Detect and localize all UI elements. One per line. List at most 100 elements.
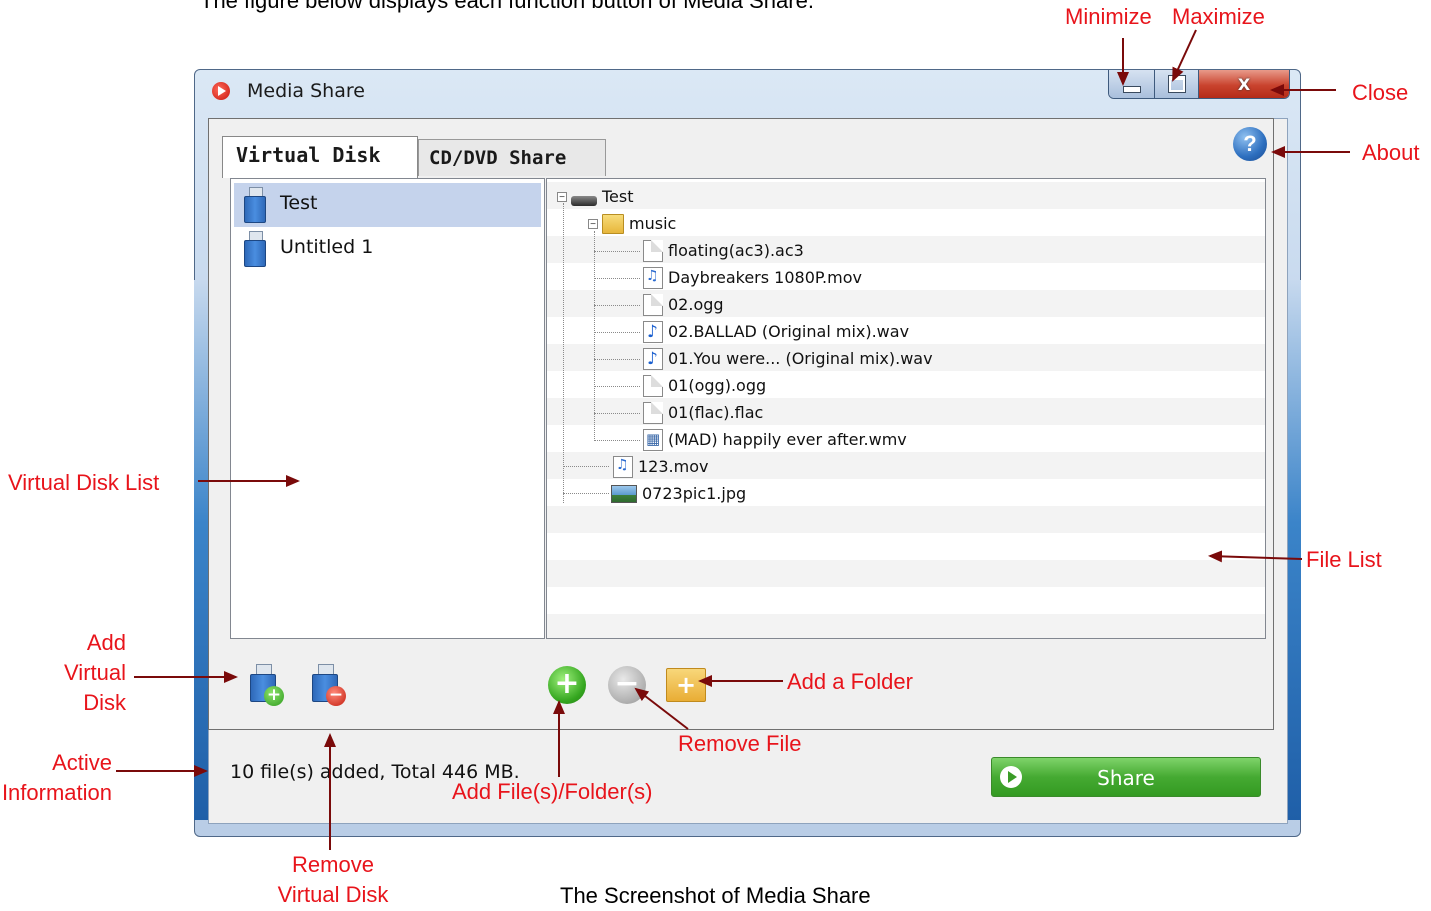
tree-node-label: 01.You were... (Original mix).wav (668, 349, 933, 368)
tree-connector (594, 440, 640, 441)
figure-description: The figure below displays each function … (200, 0, 814, 13)
document-icon (643, 374, 663, 397)
tree-connector (594, 251, 640, 252)
tree-connector (594, 413, 640, 414)
caption-buttons: X (1108, 70, 1290, 99)
movie-file-icon (613, 455, 633, 478)
callout-close: Close (1352, 80, 1409, 105)
tree-node-label: 01(flac).flac (668, 403, 764, 422)
share-button[interactable]: Share (991, 757, 1261, 797)
plus-icon: + (264, 686, 284, 706)
callout-minimize: Minimize (1065, 4, 1152, 29)
remove-file-button[interactable]: − (608, 666, 646, 704)
close-icon: X (1237, 74, 1251, 94)
tree-node-folder[interactable]: − music (588, 210, 676, 237)
tree-node-label: (MAD) happily ever after.wmv (668, 430, 907, 449)
minus-icon: − (326, 686, 346, 706)
tree-node-file[interactable]: 02.BALLAD (Original mix).wav (643, 318, 909, 345)
share-button-label: Share (1097, 766, 1155, 790)
tree-node-file[interactable]: floating(ac3).ac3 (643, 237, 804, 264)
app-icon (212, 82, 230, 100)
drive-icon (571, 195, 597, 206)
virtual-disk-item[interactable]: Untitled 1 (234, 227, 541, 271)
tab-virtual-disk[interactable]: Virtual Disk (222, 136, 418, 178)
minimize-button[interactable] (1109, 70, 1155, 98)
row-stripe (547, 587, 1265, 614)
video-file-icon (643, 428, 663, 451)
tree-connector (594, 231, 595, 441)
tree-connector (594, 305, 640, 306)
tree-connector (594, 386, 640, 387)
window-title: Media Share (247, 80, 365, 102)
callout-about: About (1362, 140, 1420, 165)
callout-file-list: File List (1306, 547, 1382, 572)
usb-disk-icon (244, 231, 266, 267)
virtual-disk-item[interactable]: Test (234, 183, 541, 227)
virtual-disk-list[interactable]: Test Untitled 1 (230, 178, 545, 639)
image-file-icon (611, 484, 637, 503)
document-icon (643, 239, 663, 262)
callout-virtual-disk-list: Virtual Disk List (8, 470, 160, 495)
close-button[interactable]: X (1199, 70, 1289, 98)
virtual-disk-label: Test (280, 192, 318, 214)
document-icon (643, 401, 663, 424)
row-stripe (547, 533, 1265, 560)
tree-node-label: 123.mov (638, 457, 709, 476)
tree-connector (563, 493, 609, 494)
tree-connector (594, 332, 640, 333)
tree-connector (594, 359, 640, 360)
tree-node-label: Daybreakers 1080P.mov (668, 268, 862, 287)
tree-node-file[interactable]: Daybreakers 1080P.mov (643, 264, 862, 291)
maximize-button[interactable] (1155, 70, 1199, 98)
add-files-folders-button[interactable]: + (548, 666, 586, 704)
callout-remove-file: Remove File (678, 731, 802, 756)
plus-circle-icon: + (554, 666, 580, 701)
collapse-icon[interactable]: − (588, 218, 598, 229)
tree-node-file[interactable]: 01(flac).flac (643, 399, 763, 426)
figure-caption: The Screenshot of Media Share (560, 883, 871, 908)
tree-node-label: floating(ac3).ac3 (668, 241, 804, 260)
folder-icon (602, 213, 624, 234)
window-frame-left (194, 280, 208, 820)
add-folder-button[interactable]: + (666, 668, 706, 702)
callout-add-virtual-disk: Add Virtual Disk (64, 630, 126, 715)
movie-file-icon (643, 266, 663, 289)
callout-maximize: Maximize (1172, 4, 1265, 29)
callout-add-folder: Add a Folder (787, 669, 913, 694)
tab-cd-dvd-share[interactable]: CD/DVD Share (418, 139, 606, 176)
tree-connector (563, 203, 564, 503)
callout-active-information: Active Information (1, 750, 112, 805)
help-icon: ? (1243, 131, 1257, 156)
about-button[interactable]: ? (1233, 127, 1267, 161)
tree-node-file[interactable]: 0723pic1.jpg (611, 480, 746, 507)
tree-node-label: 02.ogg (668, 295, 724, 314)
minus-circle-icon: − (614, 666, 640, 701)
tree-node-file[interactable]: 01(ogg).ogg (643, 372, 766, 399)
usb-disk-icon (244, 187, 266, 223)
remove-virtual-disk-button[interactable]: − (310, 664, 346, 706)
tree-node-file[interactable]: 123.mov (613, 453, 708, 480)
tree-node-label: 0723pic1.jpg (642, 484, 747, 503)
audio-file-icon (643, 320, 663, 343)
callout-add-files-folders: Add File(s)/Folder(s) (452, 779, 653, 804)
tree-node-file[interactable]: 02.ogg (643, 291, 724, 318)
collapse-icon[interactable]: − (557, 191, 567, 202)
row-stripe (547, 182, 1265, 209)
tree-node-file[interactable]: 01.You were... (Original mix).wav (643, 345, 933, 372)
window-frame-right (1288, 280, 1301, 820)
minimize-icon (1122, 85, 1141, 93)
file-list[interactable]: − Test − music floating(ac3).ac3 Daybrea… (546, 178, 1266, 639)
add-virtual-disk-button[interactable]: + (248, 664, 284, 706)
tree-node-root[interactable]: − Test (557, 183, 634, 210)
tree-node-file[interactable]: (MAD) happily ever after.wmv (643, 426, 907, 453)
tree-node-label: 01(ogg).ogg (668, 376, 767, 395)
tree-connector (563, 466, 609, 467)
callout-remove-virtual-disk: Remove Virtual Disk (277, 852, 389, 907)
row-stripe (547, 506, 1265, 533)
row-stripe (547, 560, 1265, 587)
row-stripe (547, 614, 1265, 638)
virtual-disk-label: Untitled 1 (280, 236, 374, 258)
folder-plus-icon: + (675, 671, 697, 699)
document-icon (643, 293, 663, 316)
tree-connector (594, 278, 640, 279)
